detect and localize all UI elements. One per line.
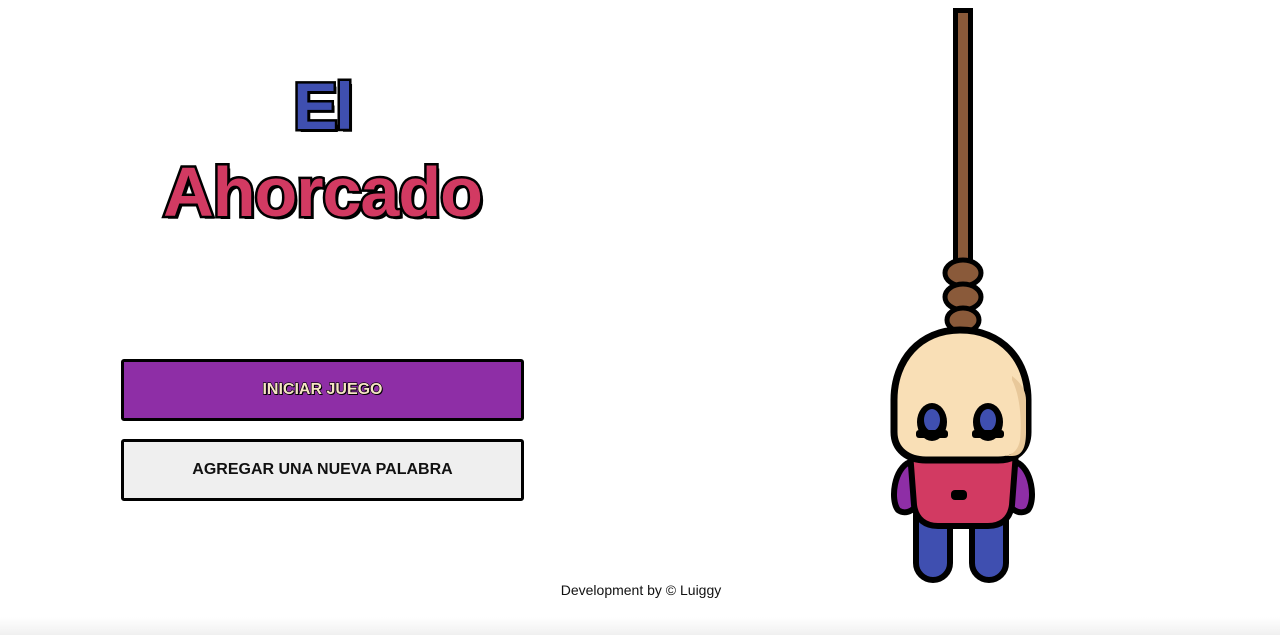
game-home-screen: El Ahorcado INICIAR JUEGO AGREGAR UNA NU… [0, 0, 1280, 635]
add-new-word-button-label: AGREGAR UNA NUEVA PALABRA [192, 461, 453, 478]
title-el: El [291, 68, 356, 145]
start-game-button[interactable]: INICIAR JUEGO [121, 359, 524, 421]
add-new-word-button[interactable]: AGREGAR UNA NUEVA PALABRA [121, 439, 524, 501]
title-ahorcado: Ahorcado [161, 151, 486, 234]
start-game-button-label: INICIAR JUEGO [262, 380, 383, 398]
hanged-man-icon [890, 8, 1035, 583]
bottom-shadow [0, 617, 1280, 635]
footer-credit: Development by © Luiggy [560, 582, 722, 598]
